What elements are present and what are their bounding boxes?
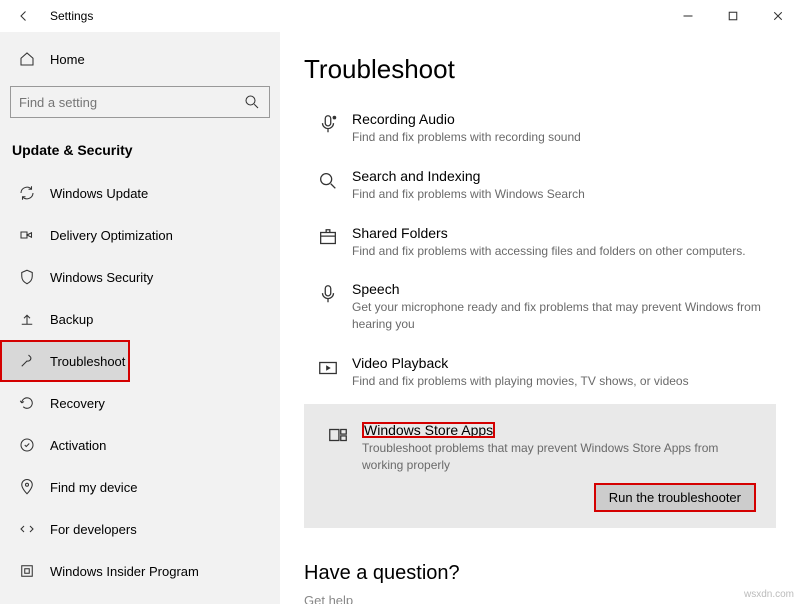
ts-title: Search and Indexing (352, 168, 770, 184)
wrench-icon (18, 352, 36, 370)
maximize-button[interactable] (710, 0, 755, 32)
sidebar-item-delivery-optimization[interactable]: Delivery Optimization (0, 214, 280, 256)
sidebar-item-label: Delivery Optimization (50, 228, 173, 243)
ts-desc: Find and fix problems with accessing fil… (352, 243, 770, 260)
mic-icon (310, 281, 346, 333)
sidebar-item-recovery[interactable]: Recovery (0, 382, 280, 424)
sidebar-item-label: Windows Update (50, 186, 148, 201)
sidebar-item-label: For developers (50, 522, 137, 537)
sidebar-item-label: Troubleshoot (50, 354, 125, 369)
ts-title: Video Playback (352, 355, 770, 371)
sidebar-item-label: Recovery (50, 396, 105, 411)
arrow-left-icon (15, 7, 33, 25)
developers-icon (18, 520, 36, 538)
page-title: Troubleshoot (304, 54, 776, 85)
ts-speech[interactable]: Speech Get your microphone ready and fix… (304, 273, 776, 347)
sidebar-item-label: Backup (50, 312, 93, 327)
store-apps-icon (320, 422, 356, 474)
sidebar-item-label: Windows Insider Program (50, 564, 199, 579)
ts-desc: Find and fix problems with Windows Searc… (352, 186, 770, 203)
recovery-icon (18, 394, 36, 412)
ts-windows-store-expanded: Windows Store Apps Troubleshoot problems… (304, 404, 776, 529)
maximize-icon (724, 7, 742, 25)
ts-search-indexing[interactable]: Search and Indexing Find and fix problem… (304, 160, 776, 217)
sidebar-item-windows-update[interactable]: Windows Update (0, 172, 280, 214)
section-header: Update & Security (0, 132, 280, 172)
ts-title: Windows Store Apps (362, 422, 495, 438)
question-heading: Have a question? (304, 562, 776, 585)
main-panel: Troubleshoot Recording Audio Find and fi… (280, 32, 800, 604)
video-icon (310, 355, 346, 390)
watermark: wsxdn.com (744, 589, 794, 600)
ts-title: Shared Folders (352, 225, 770, 241)
sidebar-item-label: Activation (50, 438, 106, 453)
sidebar-item-for-developers[interactable]: For developers (0, 508, 280, 550)
sidebar-home[interactable]: Home (0, 40, 280, 78)
sidebar-item-insider[interactable]: Windows Insider Program (0, 550, 280, 592)
mic-record-icon (310, 111, 346, 146)
folder-share-icon (310, 225, 346, 260)
search-icon (243, 93, 261, 111)
window-title: Settings (50, 9, 93, 23)
ts-desc: Find and fix problems with recording sou… (352, 129, 770, 146)
minimize-button[interactable] (665, 0, 710, 32)
sidebar-item-activation[interactable]: Activation (0, 424, 280, 466)
ts-recording-audio[interactable]: Recording Audio Find and fix problems wi… (304, 103, 776, 160)
sidebar-item-label: Find my device (50, 480, 137, 495)
backup-icon (18, 310, 36, 328)
minimize-icon (679, 7, 697, 25)
ts-title: Recording Audio (352, 111, 770, 127)
location-icon (18, 478, 36, 496)
ts-title: Speech (352, 281, 770, 297)
sidebar-item-troubleshoot[interactable]: Troubleshoot (0, 340, 130, 382)
insider-icon (18, 562, 36, 580)
search-input[interactable] (19, 95, 243, 110)
sidebar-item-windows-security[interactable]: Windows Security (0, 256, 280, 298)
delivery-icon (18, 226, 36, 244)
ts-video-playback[interactable]: Video Playback Find and fix problems wit… (304, 347, 776, 404)
home-icon (18, 50, 36, 68)
activation-icon (18, 436, 36, 454)
ts-desc: Get your microphone ready and fix proble… (352, 299, 770, 333)
sync-icon (18, 184, 36, 202)
ts-shared-folders[interactable]: Shared Folders Find and fix problems wit… (304, 217, 776, 274)
ts-desc: Troubleshoot problems that may prevent W… (362, 440, 760, 474)
window-controls (665, 0, 800, 32)
sidebar-item-backup[interactable]: Backup (0, 298, 280, 340)
close-icon (769, 7, 787, 25)
home-label: Home (50, 52, 85, 67)
run-troubleshooter-button[interactable]: Run the troubleshooter (594, 483, 756, 512)
search-icon (310, 168, 346, 203)
ts-windows-store-apps[interactable]: Windows Store Apps Troubleshoot problems… (314, 414, 766, 474)
close-button[interactable] (755, 0, 800, 32)
shield-icon (18, 268, 36, 286)
sidebar: Home Update & Security Windows Update De… (0, 32, 280, 604)
sidebar-item-label: Windows Security (50, 270, 153, 285)
search-box[interactable] (10, 86, 270, 118)
sidebar-item-find-my-device[interactable]: Find my device (0, 466, 280, 508)
ts-desc: Find and fix problems with playing movie… (352, 373, 770, 390)
get-help-link[interactable]: Get help (304, 593, 776, 604)
back-button[interactable] (8, 0, 40, 32)
titlebar: Settings (0, 0, 800, 32)
